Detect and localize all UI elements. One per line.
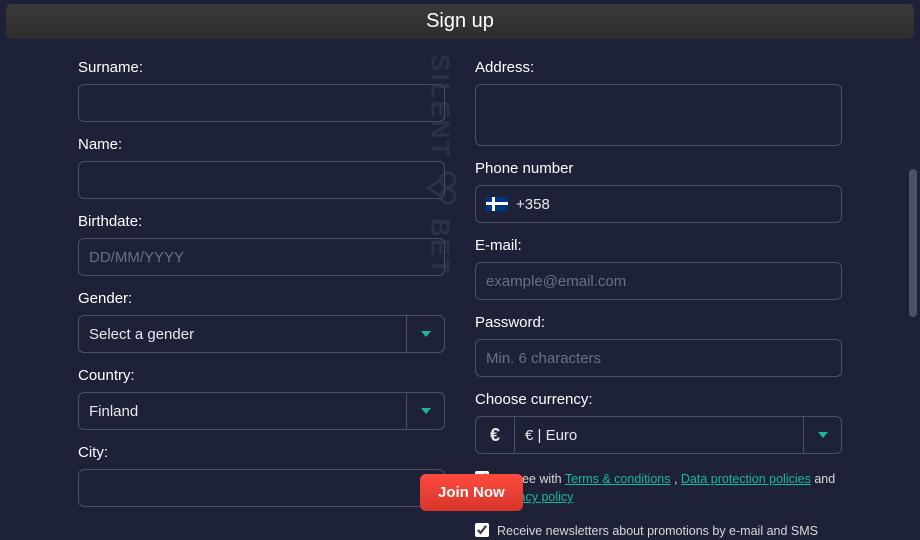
agree-terms-text: I agree with Terms & conditions , Data p…	[497, 470, 842, 506]
chevron-down-icon	[421, 331, 431, 337]
gender-select[interactable]: Select a gender	[78, 315, 445, 353]
surname-label: Surname:	[78, 59, 445, 76]
address-label: Address:	[475, 59, 842, 76]
country-select[interactable]: Finland	[78, 392, 445, 430]
gender-value: Select a gender	[79, 316, 406, 352]
scrollbar-thumb[interactable]	[909, 169, 917, 318]
flag-finland-icon	[486, 197, 508, 211]
name-label: Name:	[78, 136, 445, 153]
name-input[interactable]	[78, 161, 445, 199]
password-label: Password:	[475, 314, 842, 331]
agree-terms-row[interactable]: I agree with Terms & conditions , Data p…	[475, 470, 842, 506]
gender-label: Gender:	[78, 290, 445, 307]
surname-input[interactable]	[78, 84, 445, 122]
currency-select[interactable]: € € | Euro	[475, 416, 842, 454]
terms-link[interactable]: Terms & conditions	[565, 472, 671, 486]
country-label: Country:	[78, 367, 445, 384]
birthdate-input[interactable]	[78, 238, 445, 276]
password-input[interactable]	[475, 339, 842, 377]
chevron-down-icon	[818, 432, 828, 438]
data-protection-link[interactable]: Data protection policies	[681, 472, 811, 486]
join-now-button[interactable]: Join Now	[420, 474, 523, 511]
scrollbar[interactable]	[908, 6, 918, 529]
phone-input[interactable]: +358	[475, 185, 842, 223]
city-label: City:	[78, 444, 445, 461]
newsletter-row[interactable]: Receive newsletters about promotions by …	[475, 522, 842, 540]
currency-dropdown-button[interactable]	[803, 417, 841, 453]
birthdate-label: Birthdate:	[78, 213, 445, 230]
newsletter-text: Receive newsletters about promotions by …	[497, 522, 818, 540]
email-label: E-mail:	[475, 237, 842, 254]
scrollbar-track[interactable]	[908, 20, 918, 515]
newsletter-checkbox[interactable]	[475, 523, 489, 537]
left-column: Surname: Name: Birthdate: Gender: Select…	[78, 51, 445, 540]
gender-dropdown-button[interactable]	[406, 316, 444, 352]
email-input[interactable]	[475, 262, 842, 300]
phone-label: Phone number	[475, 160, 842, 177]
address-input[interactable]	[475, 84, 842, 146]
currency-value: € | Euro	[514, 417, 803, 453]
city-input[interactable]	[78, 469, 445, 507]
country-dropdown-button[interactable]	[406, 393, 444, 429]
chevron-down-icon	[421, 408, 431, 414]
currency-symbol: €	[476, 417, 514, 453]
page-title: Sign up	[6, 4, 914, 39]
country-value: Finland	[79, 393, 406, 429]
currency-label: Choose currency:	[475, 391, 842, 408]
phone-prefix: +358	[516, 196, 550, 213]
page-title-text: Sign up	[426, 10, 494, 32]
right-column: Address: Phone number +358 E-mail: Passw…	[475, 51, 842, 540]
